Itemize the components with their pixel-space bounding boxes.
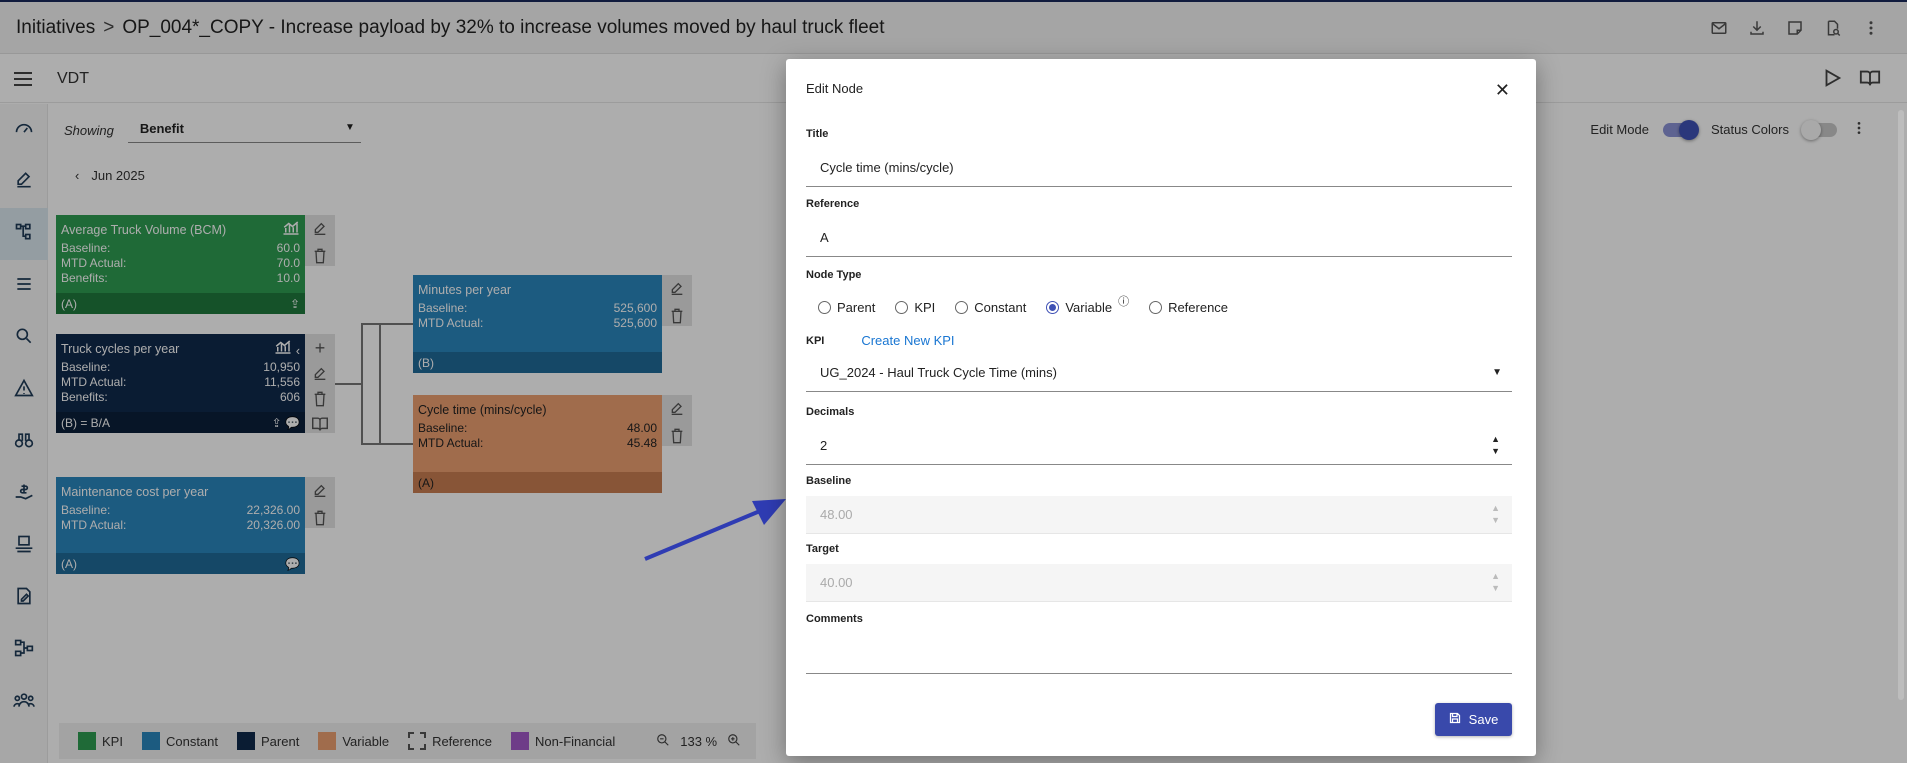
radio-constant[interactable]: Constant <box>955 299 1026 315</box>
radio-label: Constant <box>974 299 1027 315</box>
node-type-radio-group: Parent KPI Constant Variable ⓘ Reference <box>806 296 1512 315</box>
decimals-input[interactable]: 2 ▲ ▼ <box>806 427 1512 465</box>
info-icon[interactable]: ⓘ <box>1118 293 1129 309</box>
save-label: Save <box>1468 712 1499 727</box>
decimals-field: Decimals 2 ▲ ▼ <box>806 406 1512 465</box>
radio-label: Parent <box>837 299 876 315</box>
edit-node-dialog: Edit Node ✕ Title Cycle time (mins/cycle… <box>786 59 1536 756</box>
target-label: Target <box>806 543 839 555</box>
radio-reference[interactable]: Reference <box>1149 299 1228 315</box>
comments-field: Comments <box>806 613 1512 674</box>
title-input[interactable]: Cycle time (mins/cycle) <box>806 149 1512 187</box>
radio-variable[interactable]: Variable ⓘ <box>1046 296 1129 315</box>
dialog-title: Edit Node <box>806 81 864 96</box>
title-field: Title Cycle time (mins/cycle) <box>806 128 1512 187</box>
decimals-value: 2 <box>820 438 828 453</box>
comments-label: Comments <box>806 613 863 625</box>
kpi-label: KPI <box>806 334 825 347</box>
radio-label: Variable <box>1065 299 1113 315</box>
baseline-label: Baseline <box>806 475 852 487</box>
reference-input[interactable]: A <box>806 219 1512 257</box>
stepper-arrows-icon[interactable]: ▲ ▼ <box>1491 433 1500 457</box>
kpi-selected-value: UG_2024 - Haul Truck Cycle Time (mins) <box>820 365 1057 380</box>
close-icon[interactable]: ✕ <box>1495 80 1510 101</box>
title-label: Title <box>806 128 829 140</box>
radio-label: Reference <box>1168 299 1229 315</box>
stepper-arrows-icon: ▲ ▼ <box>1491 571 1500 593</box>
annotation-arrow <box>644 499 786 561</box>
radio-kpi[interactable]: KPI <box>895 299 935 315</box>
save-icon <box>1449 712 1461 727</box>
target-input: 40.00 ▲ ▼ <box>806 564 1512 602</box>
reference-label: Reference <box>806 198 860 210</box>
node-type-field: Node Type Parent KPI Constant Variable ⓘ … <box>806 269 1512 315</box>
page-scrollbar[interactable] <box>1898 110 1904 700</box>
comments-input[interactable] <box>806 634 1512 674</box>
node-type-label: Node Type <box>806 269 862 281</box>
baseline-input: 48.00 ▲ ▼ <box>806 496 1512 534</box>
baseline-value: 48.00 <box>820 507 853 522</box>
stepper-arrows-icon: ▲ ▼ <box>1491 503 1500 525</box>
baseline-field: Baseline 48.00 ▲ ▼ <box>806 475 1512 534</box>
save-button[interactable]: Save <box>1435 703 1512 736</box>
radio-label: KPI <box>914 299 936 315</box>
kpi-field: KPI Create New KPI UG_2024 - Haul Truck … <box>806 333 1512 392</box>
kpi-select[interactable]: UG_2024 - Haul Truck Cycle Time (mins) ▼ <box>806 354 1512 392</box>
dropdown-arrow-icon: ▼ <box>1492 367 1502 378</box>
radio-parent[interactable]: Parent <box>818 299 875 315</box>
reference-field: Reference A <box>806 198 1512 257</box>
target-value: 40.00 <box>820 575 853 590</box>
target-field: Target 40.00 ▲ ▼ <box>806 543 1512 602</box>
create-new-kpi-link[interactable]: Create New KPI <box>861 333 954 348</box>
decimals-label: Decimals <box>806 406 855 418</box>
